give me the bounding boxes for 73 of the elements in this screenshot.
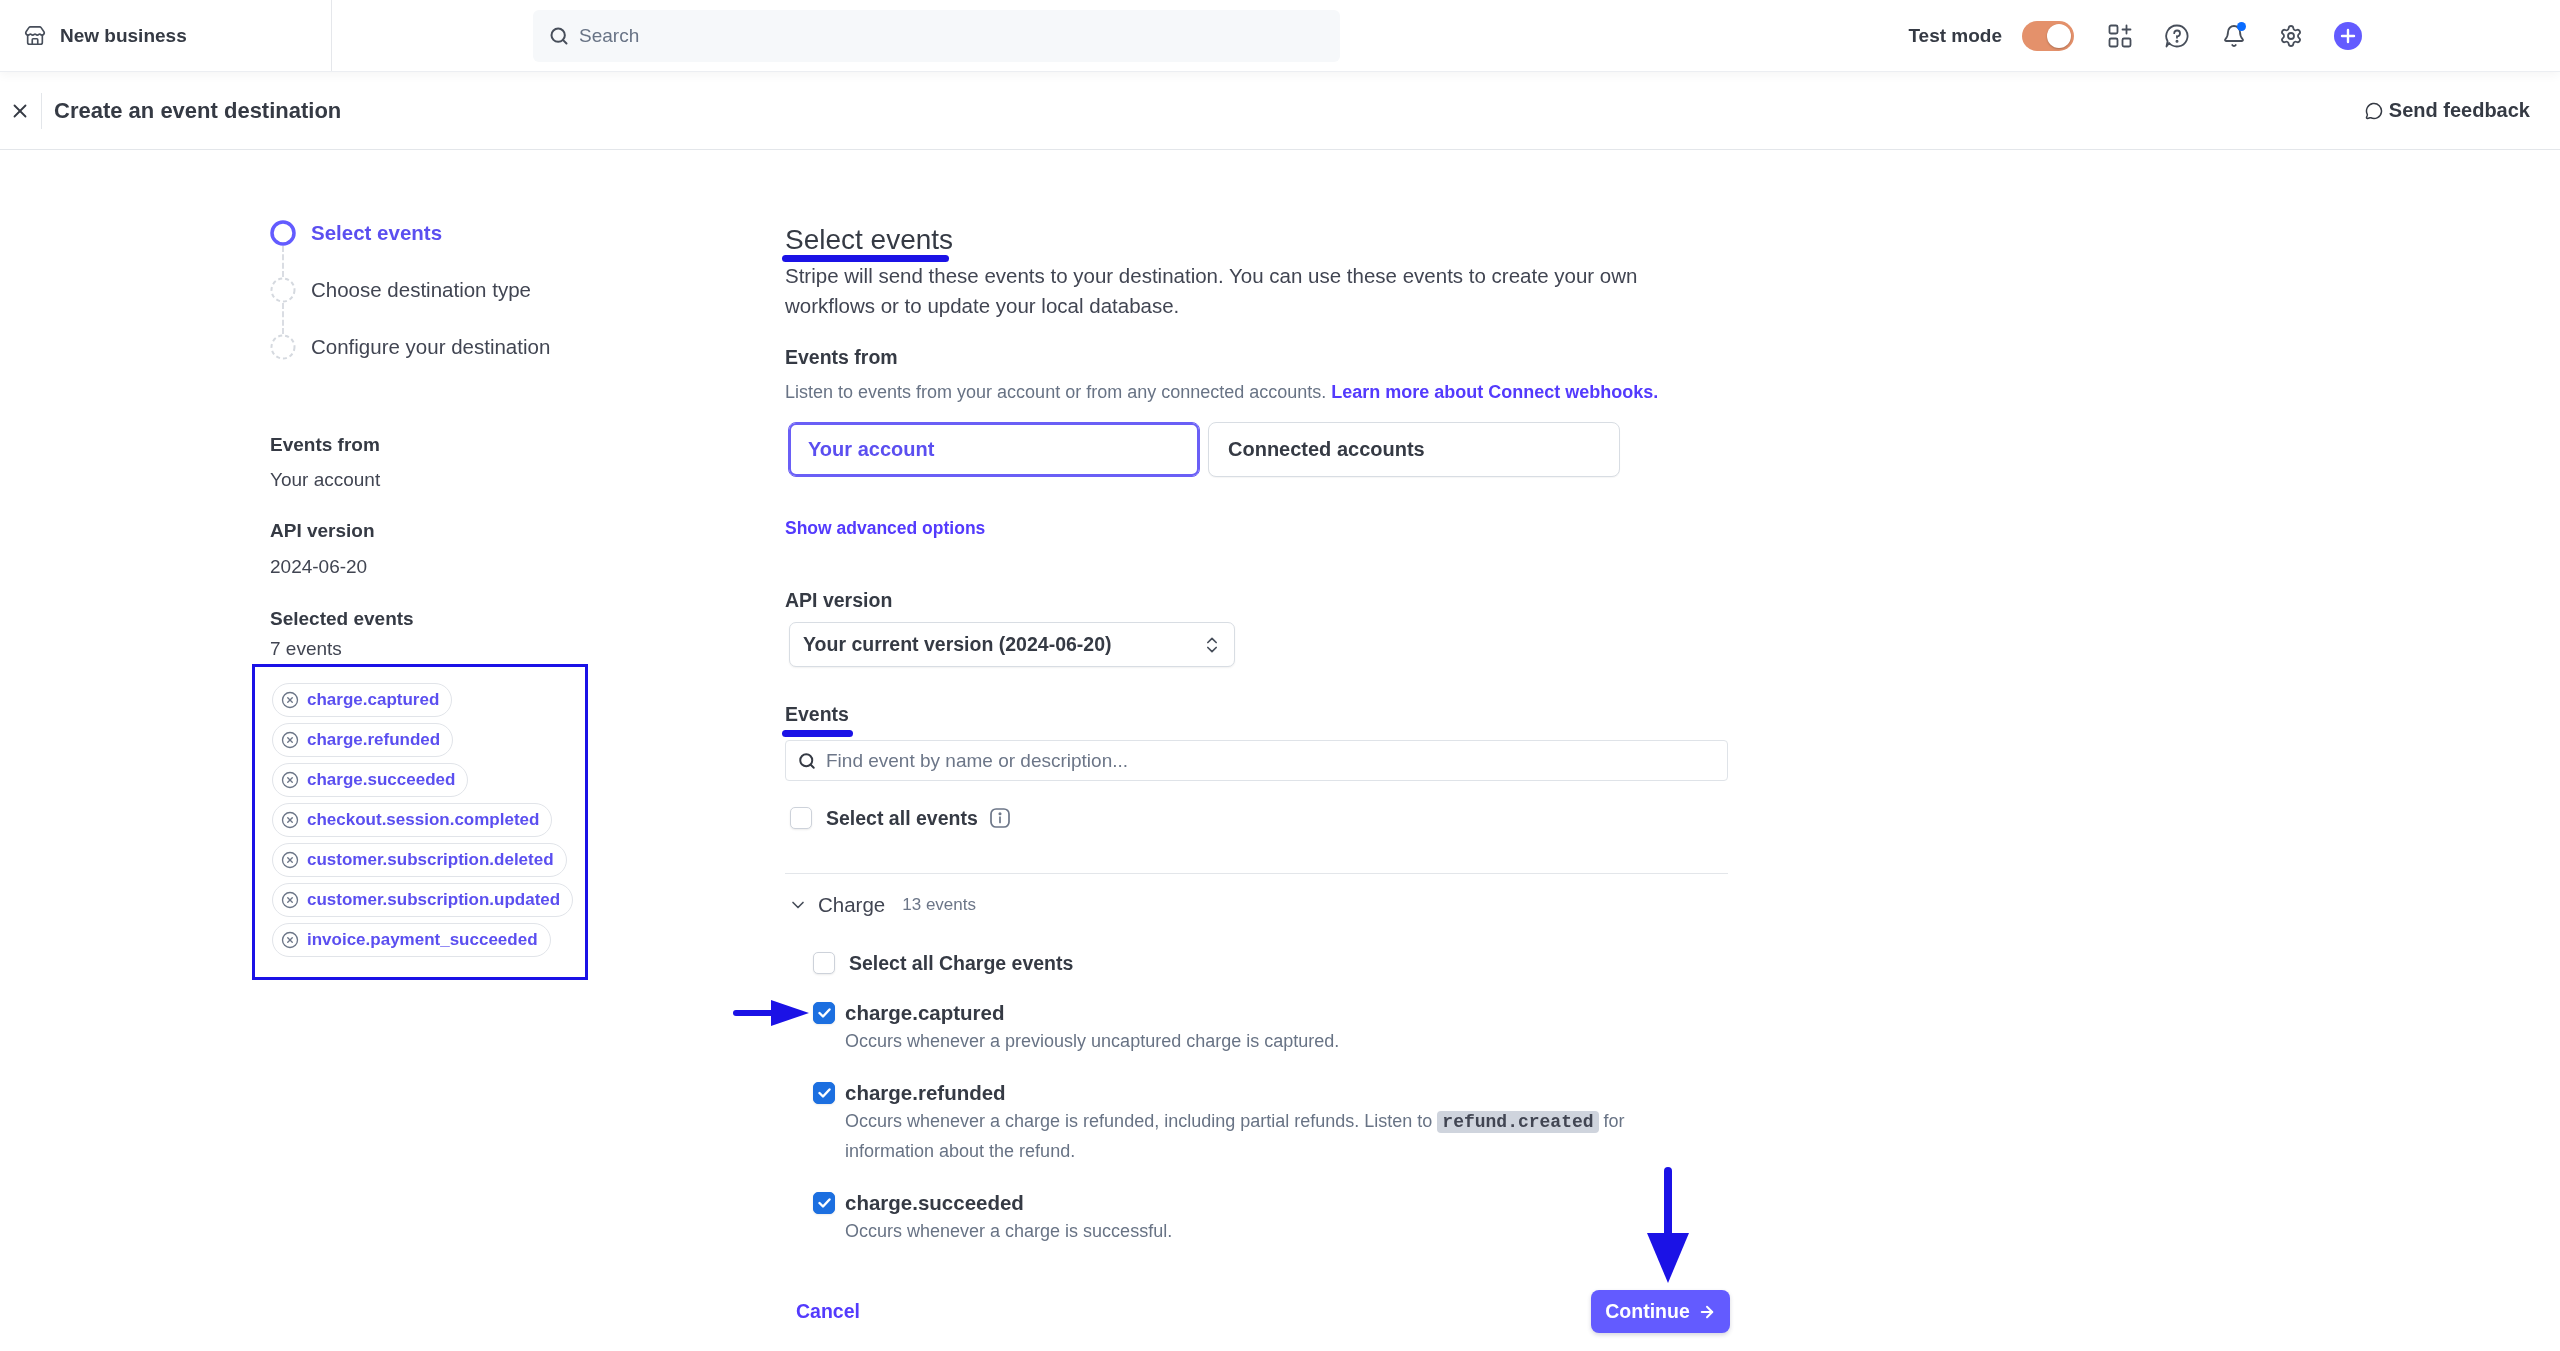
event-description: Occurs whenever a charge is successful.	[845, 1220, 1174, 1243]
code-snippet: refund.created	[1437, 1111, 1599, 1133]
event-count: 7 events	[270, 637, 342, 661]
x-circle-icon	[281, 771, 299, 789]
event-chip[interactable]: charge.captured	[272, 683, 453, 717]
x-circle-icon	[281, 851, 299, 869]
x-circle-icon	[281, 891, 299, 909]
step-label: Select events	[311, 221, 443, 245]
check-icon	[817, 1198, 831, 1208]
hint-text: Listen to events from your account or from any connected accounts. Learn more about Connect webhooks.	[785, 381, 1659, 404]
event-chip[interactable]: checkout.session.completed	[272, 803, 553, 837]
event-chip[interactable]: customer.subscription.deleted	[272, 843, 567, 877]
field-label: API version	[785, 588, 893, 613]
step-connector	[282, 303, 284, 334]
field-label: Events	[785, 702, 849, 727]
page-title: Create an event destination	[54, 97, 342, 124]
advanced-options-link[interactable]: Show advanced options	[785, 516, 986, 540]
x-circle-icon	[281, 731, 299, 749]
learn-more-link[interactable]: Learn more about Connect webhooks.	[1331, 382, 1659, 402]
group-header[interactable]: Charge 13 events	[788, 891, 976, 919]
plus-icon[interactable]	[2334, 21, 2362, 50]
group-name: Charge	[818, 893, 886, 917]
bell-icon[interactable]	[2222, 23, 2246, 48]
summary-label: Events from	[270, 433, 380, 457]
x-circle-icon	[281, 811, 299, 829]
test-mode-switch[interactable]	[2022, 20, 2074, 51]
summary-value: Your account	[270, 468, 381, 492]
check-icon	[817, 1088, 831, 1098]
event-name: charge.succeeded	[845, 1190, 1025, 1216]
search-icon	[798, 751, 816, 770]
checkbox-label: Select all events	[826, 806, 978, 830]
speech-bubble-icon	[2364, 101, 2383, 120]
info-icon	[989, 808, 1010, 828]
source-option[interactable]: Your account	[788, 422, 1200, 477]
send-feedback-button[interactable]: Send feedback	[2364, 99, 2530, 122]
step-label: Choose destination type	[311, 278, 531, 302]
event-name: charge.refunded	[845, 1080, 1007, 1106]
x-circle-icon	[281, 691, 299, 709]
summary-value: 2024-06-20	[270, 555, 368, 579]
event-chip[interactable]: charge.succeeded	[272, 763, 469, 797]
checkbox[interactable]	[813, 1192, 835, 1214]
cancel-button[interactable]: Cancel	[785, 1294, 871, 1329]
group-count: 13 events	[902, 895, 976, 915]
summary-label: API version	[270, 519, 375, 543]
step-connector	[282, 246, 284, 277]
checkbox-label: Select all Charge events	[849, 951, 1074, 975]
search-field[interactable]: Search	[533, 9, 1340, 62]
x-circle-icon	[281, 931, 299, 949]
event-description: Occurs whenever a charge is refunded, including partial refunds. Listen to refund.created for information about the refund.	[845, 1110, 1626, 1163]
version-select[interactable]: Your current version (2024-06-20)	[789, 622, 1235, 667]
summary-label: Selected events	[270, 607, 414, 631]
continue-button[interactable]: Continue	[1591, 1290, 1730, 1333]
event-search-field[interactable]: Find event by name or description...	[785, 740, 1728, 781]
checkbox[interactable]	[813, 1082, 835, 1104]
event-description: Occurs whenever a previously uncaptured charge is captured.	[845, 1030, 1341, 1053]
search-icon	[549, 25, 569, 46]
check-icon	[817, 1008, 831, 1018]
section-title: Select events	[785, 223, 954, 257]
field-label: Events from	[785, 345, 898, 370]
event-chip[interactable]: customer.subscription.updated	[272, 883, 574, 917]
event-chip[interactable]: charge.refunded	[272, 723, 454, 757]
step-label: Configure your destination	[311, 335, 551, 359]
source-option[interactable]: Connected accounts	[1208, 422, 1620, 477]
test-mode-label: Test mode	[1908, 24, 2002, 47]
settings-icon[interactable]	[2279, 23, 2303, 48]
help-icon[interactable]	[2165, 23, 2189, 48]
event-name: charge.captured	[845, 1000, 1006, 1026]
store-icon	[24, 24, 46, 47]
checkbox[interactable]	[813, 1002, 835, 1024]
grid-plus-icon[interactable]	[2108, 23, 2132, 48]
account-name[interactable]: New business	[60, 24, 187, 47]
section-description: Stripe will send these events to your destination. You can use these events to create your own workflows or to update your local database.	[785, 263, 1639, 319]
event-chip[interactable]: invoice.payment_succeeded	[272, 923, 551, 957]
